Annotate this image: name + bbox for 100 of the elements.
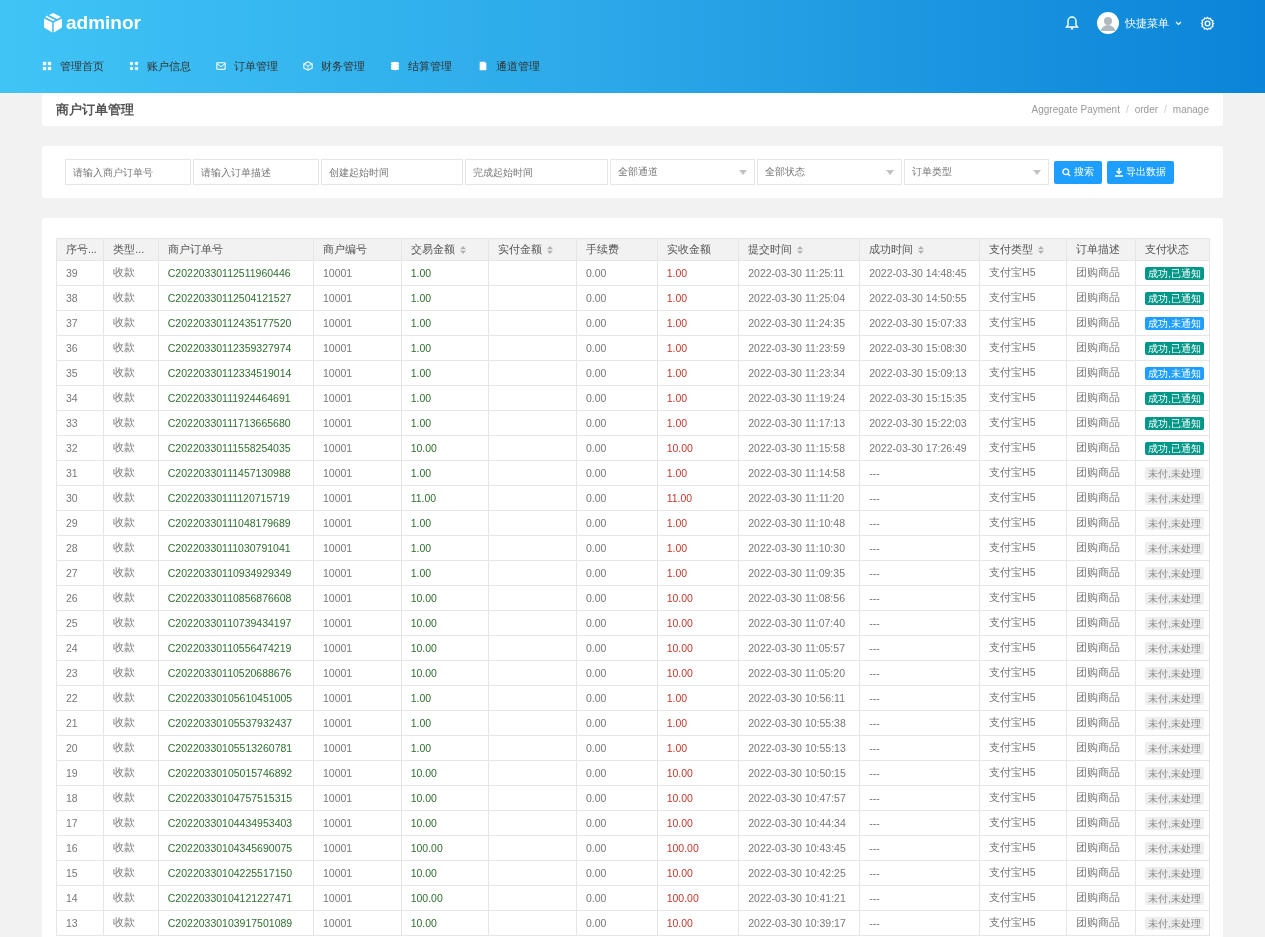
table-cell: 10.00 xyxy=(401,660,489,686)
status-tag: 未付,未处理 xyxy=(1145,491,1204,505)
table-cell: 团购商品 xyxy=(1066,610,1136,636)
sort-icon[interactable] xyxy=(547,245,554,254)
table-cell: C20220330111030791041 xyxy=(158,535,314,561)
breadcrumb-link[interactable]: manage xyxy=(1172,104,1209,115)
input-field[interactable]: 请输入订单描述 xyxy=(193,159,319,185)
table-cell: C20220330111048179689 xyxy=(158,510,314,536)
column-header[interactable]: 实付金额 xyxy=(488,238,577,261)
column-header: 类型... xyxy=(103,238,159,261)
table-cell: 1.00 xyxy=(657,685,739,711)
user-menu[interactable]: 快捷菜单 xyxy=(1125,15,1169,31)
status-tag: 未付,未处理 xyxy=(1145,566,1204,580)
table-cell: 10.00 xyxy=(657,910,739,936)
column-header[interactable]: 成功时间 xyxy=(859,238,980,261)
table-cell: 收款 xyxy=(103,260,159,286)
nav-item[interactable]: 账户信息 xyxy=(129,58,216,74)
table-cell: 支付宝H5 xyxy=(979,735,1067,761)
export-button[interactable]: 导出数据 xyxy=(1107,160,1174,184)
table-cell: 1.00 xyxy=(657,710,739,736)
avatar[interactable] xyxy=(1097,12,1119,34)
table-cell: 1.00 xyxy=(401,710,489,736)
table-cell: 2022-03-30 11:05:20 xyxy=(738,660,860,686)
table-cell: C20220330104757515315 xyxy=(158,785,314,811)
envelope-icon xyxy=(216,61,226,71)
table-cell: 2022-03-30 11:25:04 xyxy=(738,285,860,311)
sort-icon[interactable] xyxy=(1038,245,1045,254)
sort-icon[interactable] xyxy=(918,245,925,254)
status-tag: 未付,未处理 xyxy=(1145,716,1204,730)
table-cell: 10001 xyxy=(313,910,402,936)
table-cell: 0.00 xyxy=(576,410,658,436)
status-tag: 成功,已通知 xyxy=(1145,341,1204,355)
table-cell: 0.00 xyxy=(576,560,658,586)
table-cell: 2022-03-30 10:50:15 xyxy=(738,760,860,786)
table-cell: 支付宝H5 xyxy=(979,510,1067,536)
table-cell: 0.00 xyxy=(576,435,658,461)
sort-icon[interactable] xyxy=(797,245,804,254)
table-cell: 1.00 xyxy=(657,460,739,486)
table-cell: 10001 xyxy=(313,710,402,736)
table-cell: 0.00 xyxy=(576,510,658,536)
nav-item[interactable]: 财务管理 xyxy=(303,58,390,74)
table-cell: 10.00 xyxy=(657,760,739,786)
status-tag: 未付,未处理 xyxy=(1145,541,1204,555)
select-field[interactable]: 订单类型 xyxy=(904,159,1049,185)
table-cell: 24 xyxy=(56,635,104,661)
table-cell: 支付宝H5 xyxy=(979,385,1067,411)
table-cell: 23 xyxy=(56,660,104,686)
table-cell: 10001 xyxy=(313,335,402,361)
input-field[interactable]: 完成起始时间 xyxy=(465,159,608,185)
dots-icon xyxy=(129,61,139,71)
table-cell: 2022-03-30 10:44:34 xyxy=(738,810,860,836)
breadcrumb-link[interactable]: Aggregate Payment xyxy=(1031,104,1120,115)
table-cell: 2022-03-30 17:26:49 xyxy=(859,435,980,461)
table-cell: --- xyxy=(859,835,980,861)
table-cell: C20220330103917501089 xyxy=(158,910,314,936)
select-field[interactable]: 全部状态 xyxy=(757,159,902,185)
table-cell: 支付宝H5 xyxy=(979,760,1067,786)
nav-item[interactable]: 通道管理 xyxy=(478,58,565,74)
table-cell: 0.00 xyxy=(576,635,658,661)
nav-item[interactable]: 订单管理 xyxy=(216,58,303,74)
breadcrumb-link[interactable]: order xyxy=(1134,104,1159,115)
table-cell: C20220330112504121527 xyxy=(158,285,314,311)
input-field[interactable]: 请输入商户订单号 xyxy=(65,159,191,185)
table-cell: 团购商品 xyxy=(1066,285,1136,311)
table-cell: 0.00 xyxy=(576,535,658,561)
table-cell: --- xyxy=(859,560,980,586)
search-button[interactable]: 搜索 xyxy=(1054,160,1102,184)
sort-icon[interactable] xyxy=(459,245,466,254)
table-cell: C20220330105537932437 xyxy=(158,710,314,736)
table-cell: 2022-03-30 11:23:34 xyxy=(738,360,860,386)
table-cell: 0.00 xyxy=(576,760,658,786)
column-header[interactable]: 支付类型 xyxy=(979,238,1067,261)
input-field[interactable]: 创建起始时间 xyxy=(321,159,463,185)
table-cell: --- xyxy=(859,735,980,761)
table-cell: 2022-03-30 10:55:38 xyxy=(738,710,860,736)
logo-text: adminor xyxy=(66,12,141,34)
table-cell: 团购商品 xyxy=(1066,410,1136,436)
column-header[interactable]: 交易金额 xyxy=(401,238,489,261)
select-field[interactable]: 全部通道 xyxy=(610,159,755,185)
bell-icon[interactable] xyxy=(1065,16,1079,30)
table-cell: 2022-03-30 10:39:17 xyxy=(738,910,860,936)
status-tag: 未付,未处理 xyxy=(1145,466,1204,480)
nav-item[interactable]: 管理首页 xyxy=(42,58,129,74)
table-cell: 10001 xyxy=(313,435,402,461)
table-cell: 15 xyxy=(56,860,104,886)
table-cell: 2022-03-30 11:11:20 xyxy=(738,485,860,511)
status-tag: 未付,未处理 xyxy=(1145,816,1204,830)
table-cell: 团购商品 xyxy=(1066,560,1136,586)
table-cell: C20220330110739434197 xyxy=(158,610,314,636)
table-cell: 1.00 xyxy=(401,260,489,286)
table-cell: 收款 xyxy=(103,285,159,311)
table-cell: 0.00 xyxy=(576,585,658,611)
column-header[interactable]: 提交时间 xyxy=(738,238,860,261)
table-cell: 10.00 xyxy=(401,435,489,461)
table-cell: 收款 xyxy=(103,360,159,386)
settings-icon[interactable] xyxy=(1200,15,1215,31)
table-cell: 收款 xyxy=(103,710,159,736)
table-cell: 27 xyxy=(56,560,104,586)
table-cell: 2022-03-30 15:07:33 xyxy=(859,310,980,336)
nav-item[interactable]: 结算管理 xyxy=(390,58,478,74)
